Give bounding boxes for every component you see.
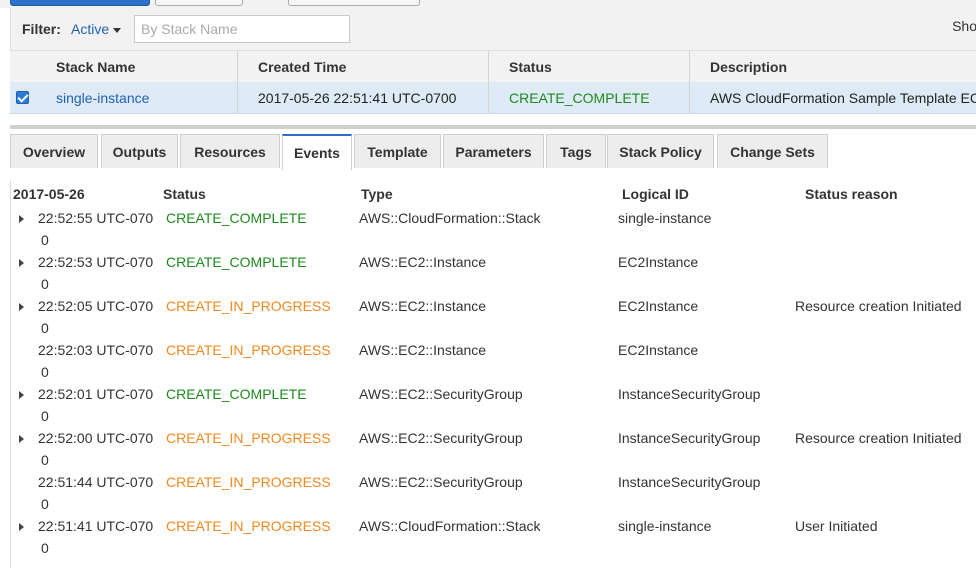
event-row[interactable]: 22:52:05 UTC-070 0 CREATE_IN_PROGRESS AW…	[11, 298, 976, 342]
event-reason: Resource creation Initiated	[795, 298, 962, 314]
event-row[interactable]: 22:52:01 UTC-070 0 CREATE_COMPLETE AWS::…	[11, 386, 976, 430]
event-status: CREATE_IN_PROGRESS	[166, 518, 331, 534]
tab-template[interactable]: Template	[354, 134, 441, 168]
event-type: AWS::EC2::SecurityGroup	[359, 474, 523, 490]
event-row[interactable]: 22:52:03 UTC-070 0 CREATE_IN_PROGRESS AW…	[11, 342, 976, 386]
event-time: 22:51:44 UTC-070	[38, 474, 154, 490]
event-time-wrap: 0	[41, 540, 49, 556]
events-logical-id-header: Logical ID	[622, 186, 689, 202]
filter-dropdown-value: Active	[71, 21, 110, 37]
event-time-wrap: 0	[41, 364, 49, 380]
event-row[interactable]: 22:51:44 UTC-070 0 CREATE_IN_PROGRESS AW…	[11, 474, 976, 518]
column-header-created-time[interactable]: Created Time	[237, 51, 488, 83]
event-time-wrap: 0	[41, 276, 49, 292]
tab-change-sets[interactable]: Change Sets	[717, 134, 828, 168]
column-header-status[interactable]: Status	[488, 51, 689, 83]
event-logical-id: InstanceSecurityGroup	[618, 430, 761, 446]
tab-parameters[interactable]: Parameters	[443, 134, 544, 168]
event-time-wrap: 0	[41, 452, 49, 468]
filter-label: Filter:	[22, 21, 61, 37]
filter-dropdown[interactable]: Active	[71, 21, 122, 37]
event-type: AWS::CloudFormation::Stack	[359, 518, 541, 534]
stack-name-search-input[interactable]	[134, 15, 350, 43]
event-reason: User Initiated	[795, 518, 878, 534]
actions-button[interactable]	[155, 0, 243, 6]
tab-tags[interactable]: Tags	[546, 134, 606, 168]
event-time-wrap: 0	[41, 496, 49, 512]
event-logical-id: single-instance	[618, 518, 712, 534]
events-type-header: Type	[361, 186, 393, 202]
event-row[interactable]: 22:52:00 UTC-070 0 CREATE_IN_PROGRESS AW…	[11, 430, 976, 474]
events-date-header: 2017-05-26	[13, 186, 85, 202]
show-label: Sho	[952, 18, 976, 34]
expand-caret-icon[interactable]	[19, 259, 24, 267]
stack-row-checkbox[interactable]	[16, 91, 29, 104]
event-type: AWS::CloudFormation::Stack	[359, 210, 541, 226]
column-header-description[interactable]: Description	[689, 51, 976, 83]
event-time: 22:52:01 UTC-070	[38, 386, 154, 402]
event-row[interactable]: 22:52:55 UTC-070 0 CREATE_COMPLETE AWS::…	[11, 210, 976, 254]
stack-description: AWS CloudFormation Sample Template EC	[689, 82, 976, 113]
event-logical-id: InstanceSecurityGroup	[618, 386, 761, 402]
expand-caret-icon[interactable]	[19, 523, 24, 531]
stack-table-header: Stack Name Created Time Status Descripti…	[10, 50, 976, 84]
event-time-wrap: 0	[41, 232, 49, 248]
event-type: AWS::EC2::Instance	[359, 254, 487, 270]
event-time: 22:52:53 UTC-070	[38, 254, 154, 270]
event-type: AWS::EC2::SecurityGroup	[359, 430, 523, 446]
event-logical-id: single-instance	[618, 210, 712, 226]
event-logical-id: InstanceSecurityGroup	[618, 474, 761, 490]
event-time: 22:52:05 UTC-070	[38, 298, 154, 314]
event-time: 22:52:03 UTC-070	[38, 342, 154, 358]
event-status: CREATE_IN_PROGRESS	[166, 430, 331, 446]
select-column-header	[10, 51, 45, 83]
filter-bar: Filter: Active Sho	[10, 8, 976, 50]
event-status: CREATE_IN_PROGRESS	[166, 474, 331, 490]
tab-resources[interactable]: Resources	[180, 134, 280, 168]
event-time-wrap: 0	[41, 408, 49, 424]
tab-outputs[interactable]: Outputs	[101, 134, 178, 168]
events-status-header: Status	[163, 186, 206, 202]
events-panel: 2017-05-26 Status Type Logical ID Status…	[10, 180, 976, 568]
top-toolbar	[0, 0, 976, 8]
tab-overview[interactable]: Overview	[10, 134, 98, 168]
design-template-button[interactable]	[288, 0, 420, 6]
event-status: CREATE_IN_PROGRESS	[166, 342, 331, 358]
expand-caret-icon[interactable]	[19, 303, 24, 311]
event-row[interactable]: 22:52:53 UTC-070 0 CREATE_COMPLETE AWS::…	[11, 254, 976, 298]
event-time: 22:52:55 UTC-070	[38, 210, 154, 226]
stack-row[interactable]: single-instance 2017-05-26 22:51:41 UTC-…	[10, 82, 976, 114]
detail-tabs: Overview Outputs Resources Events Templa…	[10, 134, 976, 170]
event-time: 22:52:00 UTC-070	[38, 430, 154, 446]
event-reason: Resource creation Initiated	[795, 430, 962, 446]
event-status: CREATE_IN_PROGRESS	[166, 298, 331, 314]
event-type: AWS::EC2::Instance	[359, 342, 487, 358]
event-status: CREATE_COMPLETE	[166, 210, 307, 226]
event-logical-id: EC2Instance	[618, 342, 699, 358]
stack-name-link[interactable]: single-instance	[45, 82, 237, 113]
tab-stack-policy[interactable]: Stack Policy	[607, 134, 714, 168]
event-type: AWS::EC2::Instance	[359, 298, 487, 314]
event-logical-id: EC2Instance	[618, 298, 699, 314]
panel-splitter[interactable]	[10, 125, 976, 129]
stack-status: CREATE_COMPLETE	[488, 82, 689, 113]
event-row[interactable]: 22:51:41 UTC-070 0 CREATE_IN_PROGRESS AW…	[11, 518, 976, 562]
expand-caret-icon[interactable]	[19, 215, 24, 223]
event-time-wrap: 0	[41, 320, 49, 336]
event-type: AWS::EC2::SecurityGroup	[359, 386, 523, 402]
event-logical-id: EC2Instance	[618, 254, 699, 270]
event-status: CREATE_COMPLETE	[166, 386, 307, 402]
event-status: CREATE_COMPLETE	[166, 254, 307, 270]
expand-caret-icon[interactable]	[19, 391, 24, 399]
caret-down-icon	[113, 27, 122, 33]
tab-events[interactable]: Events	[282, 134, 352, 170]
event-time: 22:51:41 UTC-070	[38, 518, 154, 534]
create-stack-button[interactable]	[10, 0, 150, 6]
column-header-stack-name[interactable]: Stack Name	[45, 51, 237, 83]
expand-caret-icon[interactable]	[19, 435, 24, 443]
events-reason-header: Status reason	[805, 186, 898, 202]
stack-created-time: 2017-05-26 22:51:41 UTC-0700	[237, 82, 488, 113]
